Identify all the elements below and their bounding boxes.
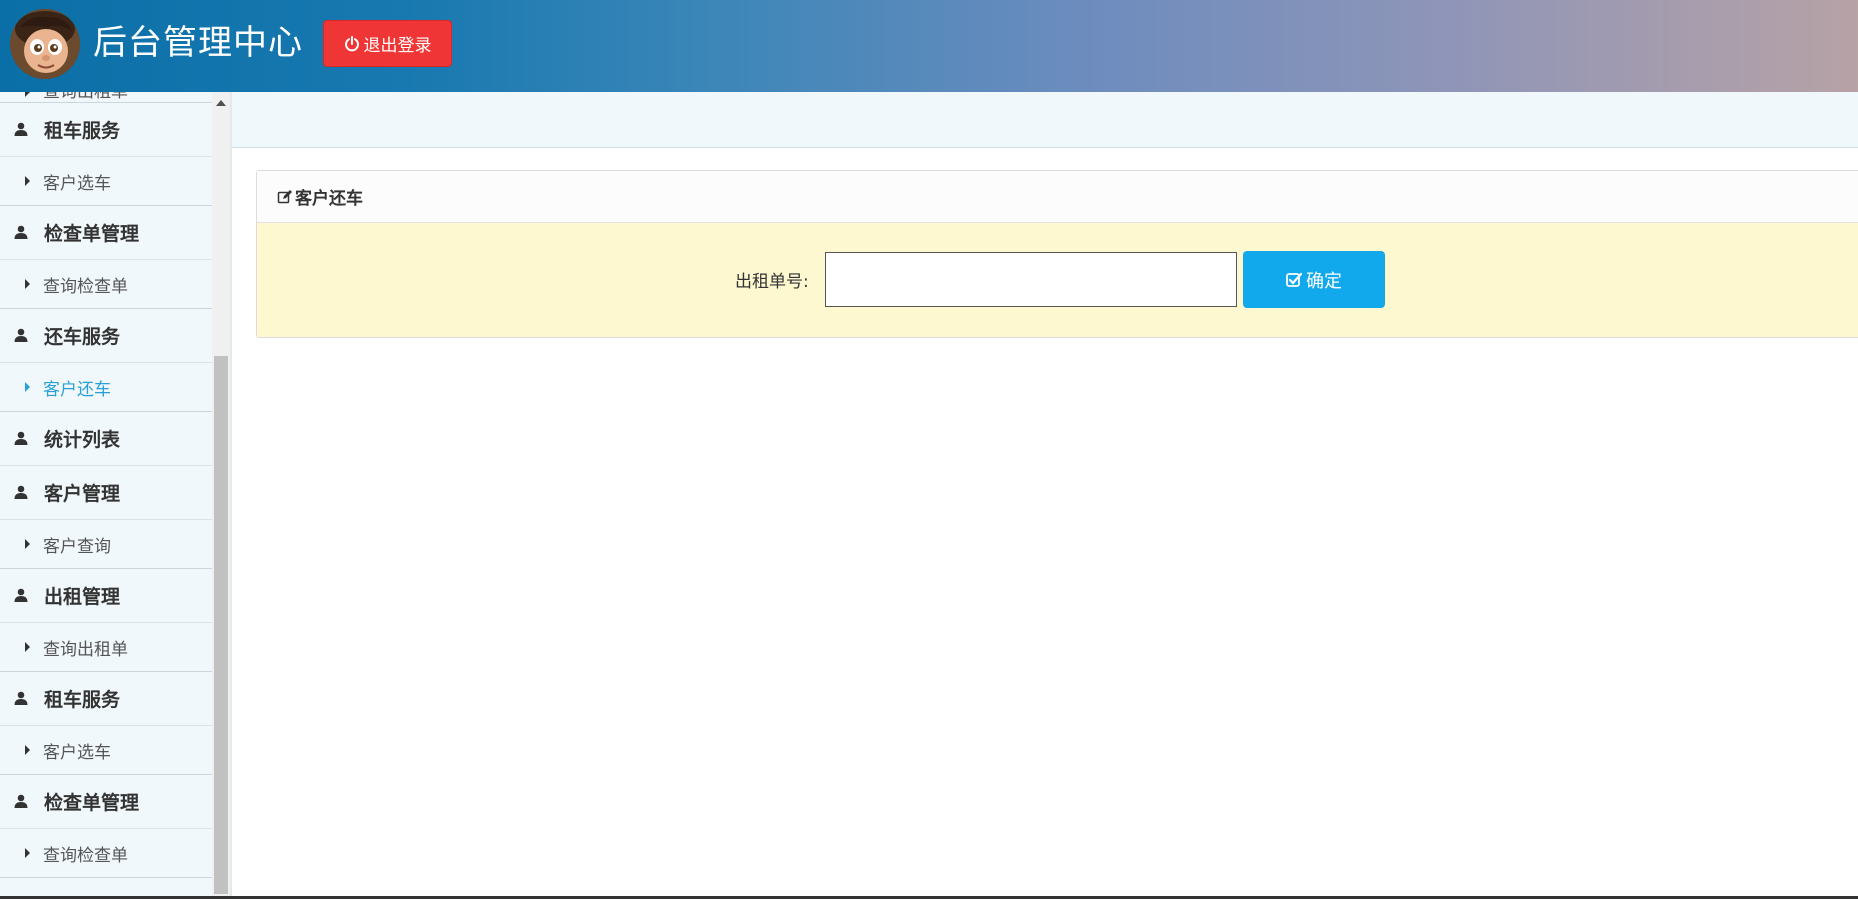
sidebar-item-label: 查询检查单	[43, 845, 128, 866]
sidebar-item-label: 客户管理	[44, 483, 121, 505]
caret-right-icon	[24, 92, 31, 102]
caret-right-icon	[24, 534, 31, 554]
sidebar-item[interactable]: 查询出租单	[0, 92, 212, 103]
avatar-cartoon-icon	[10, 9, 80, 79]
caret-right-icon	[24, 377, 31, 397]
sidebar-group-header[interactable]: 检查单管理	[0, 775, 212, 829]
return-car-panel: 客户还车 出租单号: 确定	[256, 170, 1858, 338]
user-icon	[14, 482, 28, 504]
panel-heading: 客户还车	[257, 171, 1858, 223]
sidebar: 查询出租单 租车服务 客户选车 检查单管理 查询检查单 还车服务 客户还车 统计列表 客户管理客…	[0, 92, 212, 899]
caret-right-icon	[24, 637, 31, 657]
sidebar-group-header[interactable]: 检查单管理	[0, 206, 212, 260]
sidebar-item[interactable]: 查询检查单	[0, 260, 212, 309]
user-icon	[14, 585, 28, 607]
top-header: 后台管理中心 退出登录	[0, 0, 1858, 92]
user-icon	[14, 428, 28, 450]
sidebar-item-label: 租车服务	[44, 689, 121, 711]
confirm-label: 确定	[1306, 270, 1342, 292]
sidebar-group-header[interactable]: 还车服务	[0, 309, 212, 363]
main-content: 客户还车 出租单号: 确定	[230, 92, 1858, 899]
sidebar-item-label: 还车服务	[44, 326, 121, 348]
caret-right-icon	[24, 843, 31, 863]
caret-right-icon	[24, 274, 31, 294]
order-number-input[interactable]	[825, 252, 1237, 307]
caret-right-icon	[24, 171, 31, 191]
user-icon	[14, 222, 28, 244]
sidebar-group-header[interactable]: 客户管理	[0, 466, 212, 520]
sidebar-group-header[interactable]: 出租管理	[0, 569, 212, 623]
confirm-button[interactable]: 确定	[1243, 251, 1385, 308]
scroll-thumb[interactable]	[214, 356, 228, 894]
app-title: 后台管理中心	[93, 23, 303, 63]
power-icon	[344, 35, 359, 51]
order-number-label: 出租单号:	[735, 272, 809, 292]
sidebar-item[interactable]: 客户查询	[0, 520, 212, 569]
sidebar-item-label: 客户选车	[43, 173, 111, 194]
logout-label: 退出登录	[363, 36, 432, 56]
caret-right-icon	[24, 740, 31, 760]
user-icon	[14, 119, 28, 141]
user-icon	[14, 688, 28, 710]
panel-body: 出租单号: 确定	[257, 223, 1858, 337]
checkbox-check-icon	[1286, 272, 1302, 287]
user-icon	[14, 791, 28, 813]
sidebar-group-header[interactable]: 租车服务	[0, 672, 212, 726]
logout-button[interactable]: 退出登录	[323, 20, 452, 67]
sidebar-item[interactable]: 查询出租单	[0, 623, 212, 672]
sidebar-item-label: 统计列表	[44, 429, 121, 451]
sidebar-item-label: 检查单管理	[44, 792, 140, 814]
avatar	[10, 9, 80, 79]
panel-title: 客户还车	[295, 189, 363, 209]
sidebar-menu: 查询出租单 租车服务 客户选车 检查单管理 查询检查单 还车服务 客户还车 统计列表 客户管理客…	[0, 92, 212, 878]
edit-icon	[277, 189, 292, 203]
sidebar-item-label: 查询出租单	[43, 92, 128, 102]
sidebar-item-label: 检查单管理	[44, 223, 140, 245]
sidebar-item[interactable]: 客户选车	[0, 157, 212, 206]
sidebar-item-label: 查询检查单	[43, 276, 128, 297]
sidebar-item-label: 客户选车	[43, 742, 111, 763]
sidebar-item-label: 客户还车	[43, 379, 111, 400]
sidebar-item-label: 租车服务	[44, 120, 121, 142]
sidebar-scrollbar[interactable]	[212, 92, 230, 899]
user-icon	[14, 325, 28, 347]
main-top-bar	[232, 92, 1858, 148]
sidebar-group-header[interactable]: 统计列表	[0, 412, 212, 466]
sidebar-group-header[interactable]: 租车服务	[0, 103, 212, 157]
sidebar-item[interactable]: 查询检查单	[0, 829, 212, 878]
sidebar-item-label: 出租管理	[44, 586, 121, 608]
sidebar-item[interactable]: 客户选车	[0, 726, 212, 775]
sidebar-item-label: 查询出租单	[43, 639, 128, 660]
sidebar-item[interactable]: 客户还车	[0, 363, 212, 412]
sidebar-item-label: 客户查询	[43, 536, 111, 557]
scroll-up-arrow-icon[interactable]	[216, 100, 226, 106]
